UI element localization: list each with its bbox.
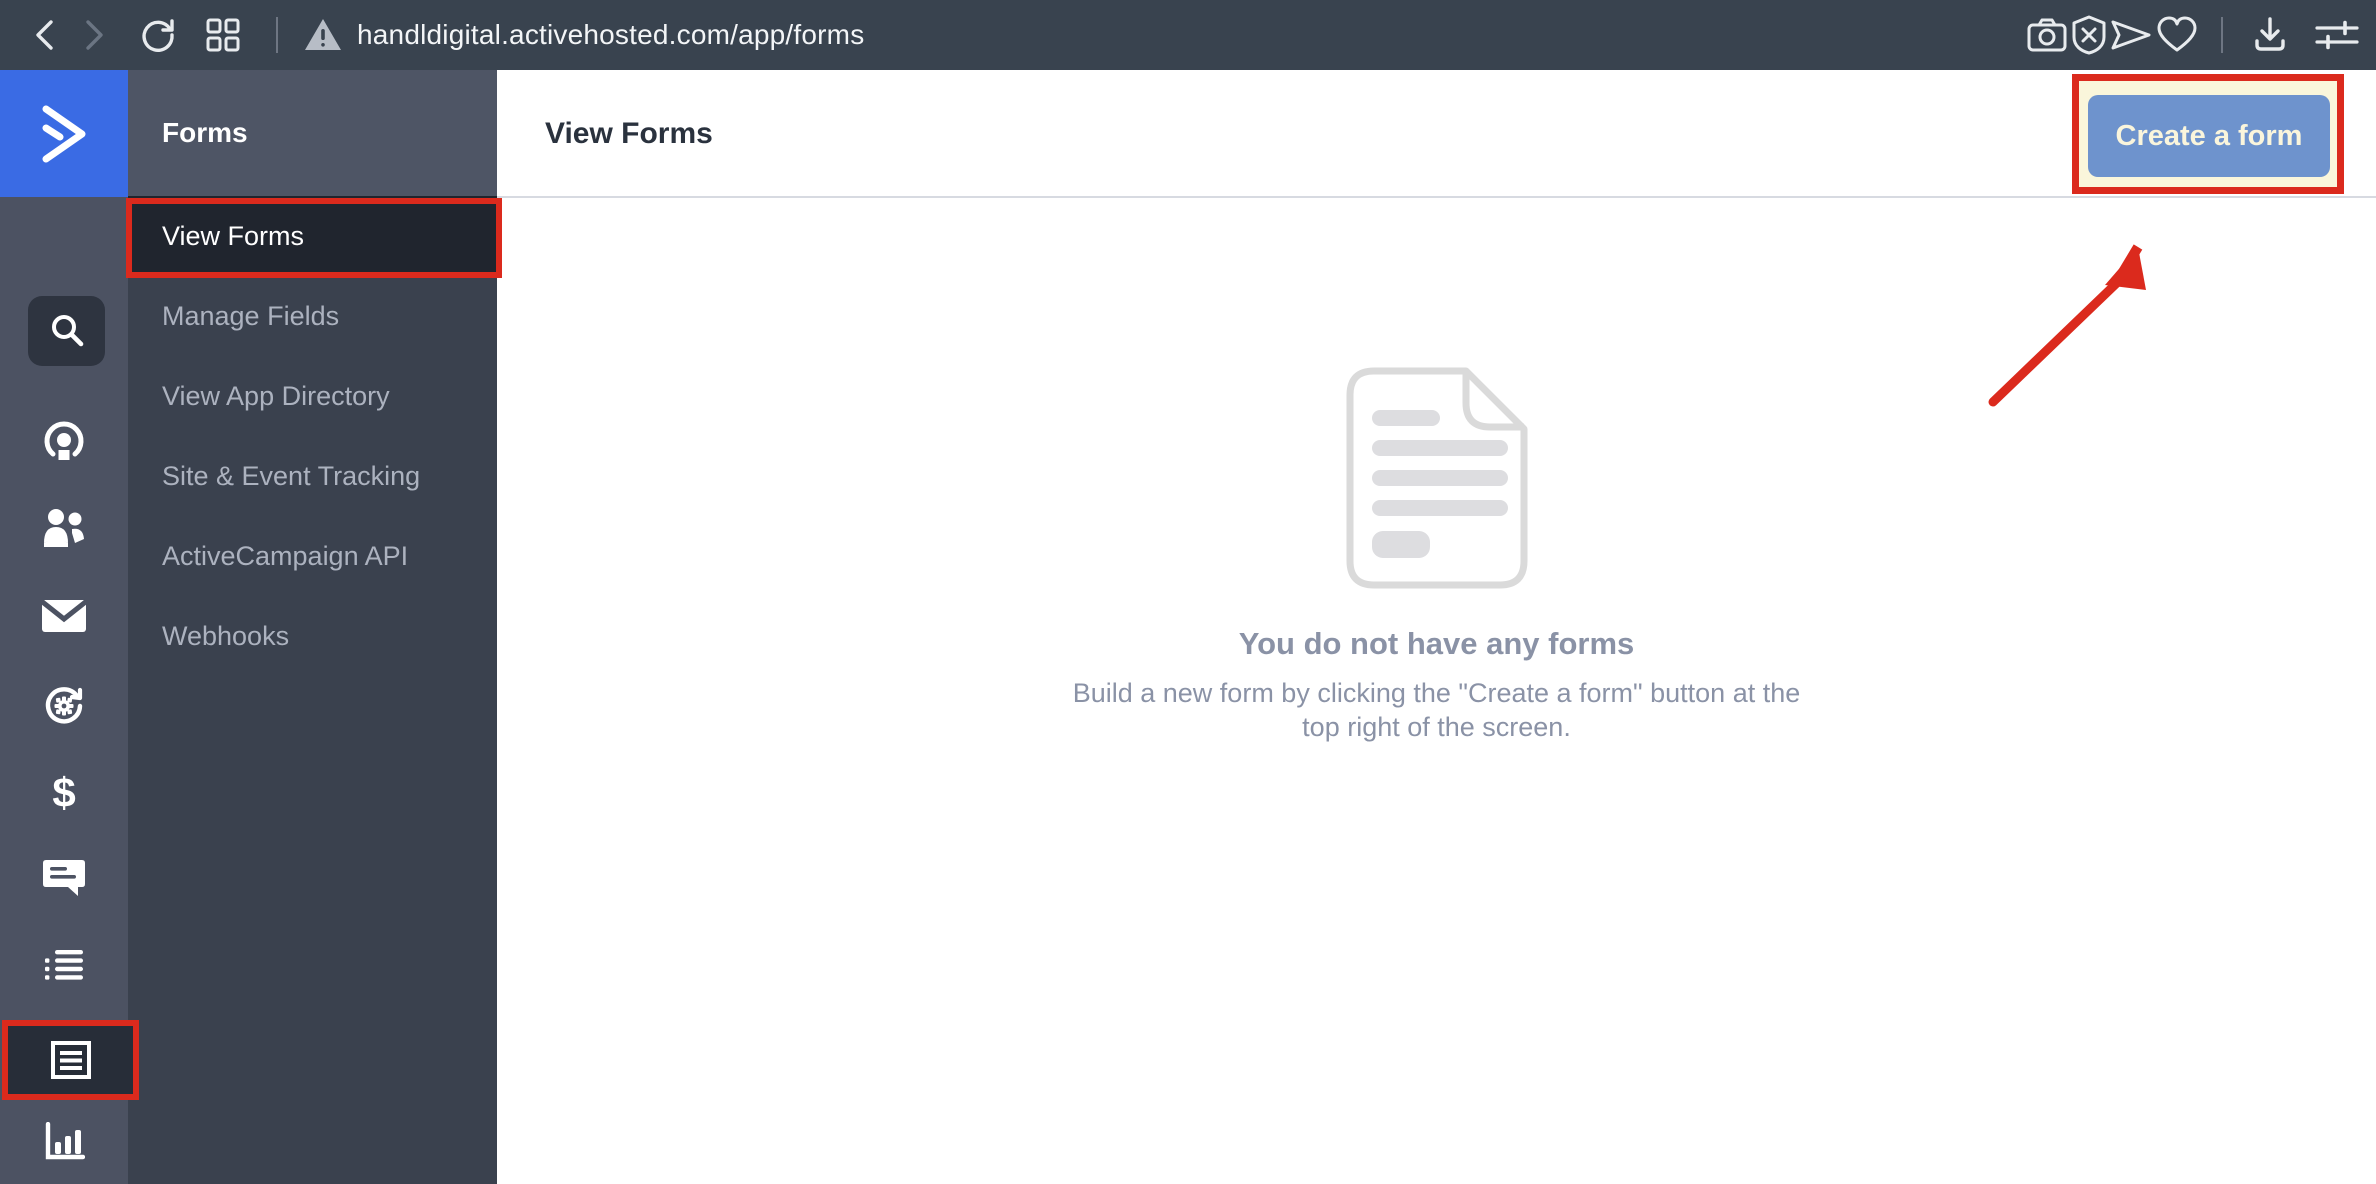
warning-triangle-icon[interactable] [303, 0, 343, 70]
sidebar-item-campaigns[interactable] [0, 576, 128, 656]
browser-toolbar: handldigital.activehosted.com/app/forms [0, 0, 2376, 70]
shield-block-icon[interactable] [2065, 0, 2113, 70]
sidebar-item-forms[interactable] [2, 1020, 139, 1100]
sidebar-item-audiences[interactable] [0, 488, 128, 568]
contacts-icon [44, 421, 84, 460]
back-icon[interactable] [21, 0, 69, 70]
tab-grid-icon[interactable] [199, 0, 247, 70]
preferences-icon[interactable] [2313, 0, 2361, 70]
sidebar-item-conversations[interactable] [0, 838, 128, 918]
forms-icon [50, 1041, 91, 1079]
page-header: View Forms Create a form [497, 70, 2376, 198]
sidebar-item-automations[interactable] [0, 666, 128, 746]
activecampaign-logo[interactable] [0, 70, 128, 197]
sidebar-item-activecampaign-api[interactable]: ActiveCampaign API [128, 516, 497, 596]
app-icon-sidebar: $ [0, 70, 139, 1184]
url-bar[interactable]: handldigital.activehosted.com/app/forms [357, 0, 864, 70]
sidebar-item-contacts[interactable] [0, 402, 128, 482]
camera-icon[interactable] [2023, 0, 2071, 70]
menu-item-label: Webhooks [162, 620, 290, 651]
toolbar-divider [276, 17, 278, 53]
sidebar-title: Forms [162, 117, 248, 148]
toolbar-divider [2221, 17, 2223, 53]
sidebar-item-view-forms[interactable]: View Forms [126, 196, 502, 278]
sidebar-item-deals[interactable]: $ [0, 753, 128, 833]
sidebar-item-webhooks[interactable]: Webhooks [128, 596, 497, 676]
empty-document-icon [1346, 367, 1527, 589]
automation-icon [45, 687, 83, 724]
create-form-button[interactable]: Create a form [2088, 95, 2330, 177]
send-icon[interactable] [2107, 0, 2155, 70]
forward-icon[interactable] [70, 0, 118, 70]
empty-state-body: Build a new form by clicking the "Create… [1072, 678, 1801, 742]
menu-item-label: Site & Event Tracking [162, 460, 421, 491]
search-icon [51, 315, 83, 347]
sidebar-item-reports[interactable] [0, 1102, 128, 1182]
menu-item-label: ActiveCampaign API [162, 540, 409, 571]
sidebar-item-lists[interactable] [0, 927, 128, 1007]
dollar-icon: $ [52, 769, 76, 816]
sidebar-item-manage-fields[interactable]: Manage Fields [128, 276, 497, 356]
page-title: View Forms [545, 117, 713, 150]
chat-icon [43, 860, 85, 896]
activecampaign-logo-glyph [42, 105, 86, 162]
sidebar-item-site-event-tracking[interactable]: Site & Event Tracking [128, 436, 497, 516]
sidebar-header: Forms [128, 70, 497, 196]
download-icon[interactable] [2246, 0, 2294, 70]
menu-item-label: View App Directory [162, 380, 390, 411]
screen: handldigital.activehosted.com/app/forms [0, 0, 2376, 1184]
forms-menu: View Forms Manage Fields View App Direct… [126, 196, 502, 676]
audiences-icon [44, 509, 84, 547]
reload-icon[interactable] [134, 0, 182, 70]
forms-sidebar: Forms View Forms Manage Fields View App … [126, 70, 502, 1184]
empty-state-heading: You do not have any forms [1238, 626, 1635, 661]
menu-item-label: View Forms [162, 220, 305, 251]
sidebar-search-button[interactable] [28, 296, 105, 366]
menu-item-label: Manage Fields [162, 300, 340, 331]
mail-icon [41, 599, 87, 632]
empty-state: You do not have any forms Build a new fo… [497, 200, 2376, 744]
heart-icon[interactable] [2153, 0, 2201, 70]
bar-chart-icon [45, 1122, 85, 1160]
list-icon [45, 950, 83, 980]
sidebar-item-view-app-directory[interactable]: View App Directory [128, 356, 497, 436]
main-content: View Forms Create a form You do not have… [497, 70, 2376, 1184]
